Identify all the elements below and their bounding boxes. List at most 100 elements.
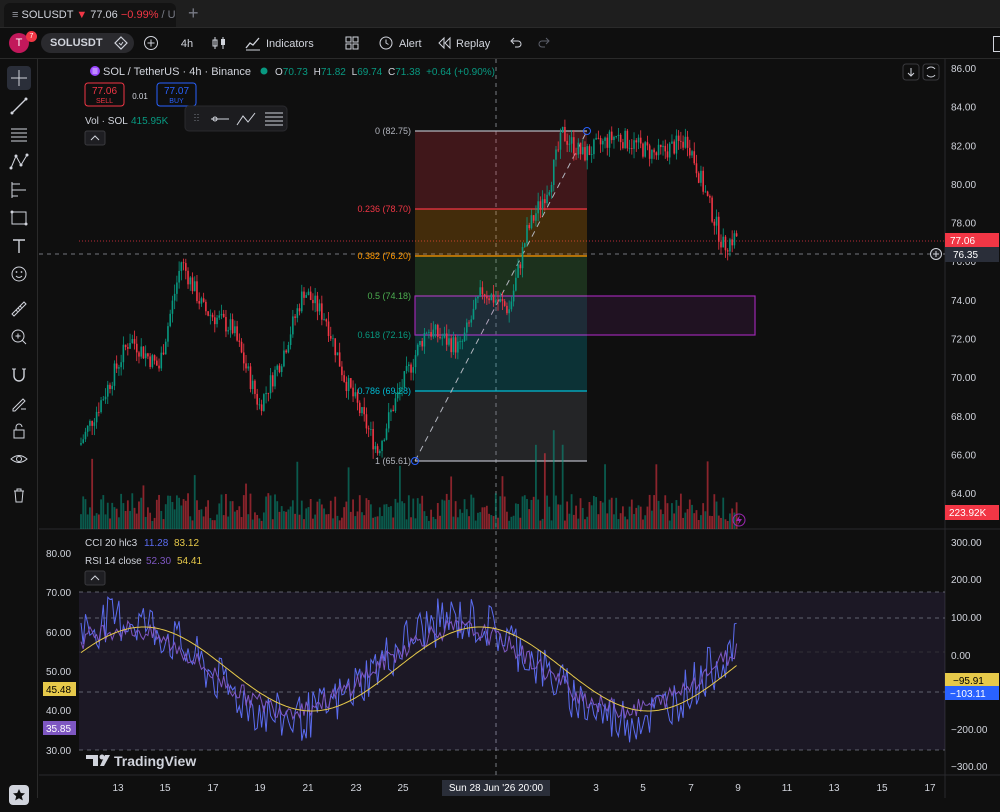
symbol-title[interactable]: SOL / TetherUS · 4h · Binance	[103, 66, 251, 78]
candle-body	[544, 199, 546, 204]
volume-bar	[385, 504, 388, 529]
volume-bar	[198, 509, 201, 529]
volume-bar	[111, 502, 114, 529]
collapse-legend-button[interactable]	[84, 130, 106, 146]
candle-body	[479, 287, 481, 297]
volume-bar	[456, 517, 459, 529]
replay-button[interactable]: Replay	[456, 34, 490, 54]
volume-bar	[327, 514, 330, 529]
volume-bar	[508, 520, 511, 529]
candle-type-icon[interactable]	[211, 35, 227, 51]
replay-icon[interactable]	[436, 35, 452, 51]
trash-icon[interactable]	[7, 483, 31, 507]
crosshair-tool-icon[interactable]	[7, 66, 31, 90]
lock-icon[interactable]	[7, 419, 31, 443]
volume-bar	[483, 507, 486, 529]
volume-bar	[566, 501, 569, 529]
volume-bar	[452, 516, 455, 529]
candle-body	[374, 446, 377, 450]
volume-bar	[722, 497, 725, 529]
candle-body	[91, 420, 93, 426]
volume-bar	[341, 517, 343, 529]
fib-level-label: 0.786 (69.28)	[357, 386, 411, 396]
fib-level-label: 0 (82.75)	[375, 126, 411, 136]
candle-body	[227, 330, 229, 332]
volume-bar	[129, 510, 131, 529]
emoji-tool-icon[interactable]	[7, 262, 31, 286]
browser-tab-bar: ≡ SOLUSDT ▼ 77.06 −0.99% / Un +	[0, 0, 1000, 28]
candle-body	[361, 407, 363, 414]
cci-label[interactable]: CCI 20 hlc3	[85, 538, 138, 549]
volume-bar	[113, 507, 116, 529]
text-tool-icon[interactable]	[7, 234, 31, 258]
shape-tool-icon[interactable]	[7, 206, 31, 230]
symbol-search-button[interactable]: SOLUSDT	[41, 33, 134, 53]
candle-body	[278, 365, 281, 373]
collapse-indicators-button[interactable]	[84, 570, 106, 586]
candle-body	[432, 329, 435, 337]
time-axis-label: 15	[159, 783, 171, 794]
magnet-icon[interactable]	[7, 363, 31, 387]
trend-line-tool-icon[interactable]	[7, 94, 31, 118]
candle-body	[715, 216, 718, 226]
chart-canvas[interactable]: 0 (82.75) 0.236 (78.70) 0.382 (76.20) 0.5 (…	[39, 59, 1000, 798]
volume-bar	[501, 476, 504, 529]
indicators-icon[interactable]	[245, 35, 261, 51]
volume-bar	[644, 515, 647, 529]
volume-bar	[419, 503, 421, 529]
volume-bar	[432, 516, 435, 529]
new-tab-plus-icon[interactable]: +	[188, 3, 199, 24]
interval-button[interactable]: 4h	[172, 34, 202, 54]
volume-bar	[637, 505, 640, 529]
compare-plus-icon[interactable]	[143, 35, 159, 51]
rsi-band	[79, 592, 945, 750]
pattern-tool-icon[interactable]	[7, 150, 31, 174]
redo-icon[interactable]	[536, 35, 552, 51]
visibility-eye-icon[interactable]	[7, 447, 31, 471]
volume-bar	[151, 520, 154, 529]
candle-body	[396, 391, 399, 399]
candle-body	[109, 384, 111, 389]
indicators-button[interactable]: Indicators	[266, 34, 314, 54]
chart-area[interactable]: 0 (82.75) 0.236 (78.70) 0.382 (76.20) 0.5 (…	[39, 59, 1000, 798]
rsi-value-1: 52.30	[146, 556, 171, 567]
volume-bar	[258, 518, 261, 529]
volume-bar	[269, 495, 272, 529]
candle-body	[236, 326, 238, 341]
volume-bar	[599, 501, 602, 529]
volume-bar	[95, 513, 98, 529]
ruler-tool-icon[interactable]	[7, 297, 31, 321]
zoom-in-icon[interactable]	[7, 325, 31, 349]
volume-bar	[289, 506, 292, 529]
undo-icon[interactable]	[508, 35, 524, 51]
candle-body	[171, 300, 174, 314]
alert-clock-icon[interactable]	[378, 35, 394, 51]
forecast-tool-icon[interactable]	[7, 178, 31, 202]
volume-bar	[439, 515, 441, 529]
alert-diamond-icon[interactable]	[114, 36, 128, 50]
candle-body	[218, 315, 221, 318]
volume-bar	[706, 461, 709, 529]
candle-body	[225, 317, 227, 332]
rsi-label[interactable]: RSI 14 close	[85, 556, 142, 567]
drawing-floating-toolbar[interactable]	[184, 105, 288, 132]
candle-body	[147, 353, 149, 357]
volume-bar	[702, 503, 705, 529]
candle-body	[735, 233, 738, 237]
stay-drawing-icon[interactable]	[7, 391, 31, 415]
layout-grid-icon[interactable]	[344, 35, 360, 51]
fib-retracement-tool-icon[interactable]	[7, 122, 31, 146]
alert-button[interactable]: Alert	[399, 34, 422, 54]
volume-bar	[196, 500, 198, 529]
favorites-star-icon[interactable]	[7, 783, 31, 807]
volume-bar	[579, 498, 582, 529]
candle-body	[419, 341, 421, 345]
spread-value: 0.01	[132, 92, 148, 101]
volume-bar	[387, 506, 390, 529]
rsi-axis-label: 50.00	[46, 667, 71, 678]
volume-bar	[552, 430, 555, 529]
candle-body	[98, 411, 100, 413]
volume-bar	[561, 444, 564, 529]
symbol-tab[interactable]: ≡ SOLUSDT ▼ 77.06 −0.99% / Un	[4, 3, 176, 27]
candle-body	[717, 216, 720, 242]
